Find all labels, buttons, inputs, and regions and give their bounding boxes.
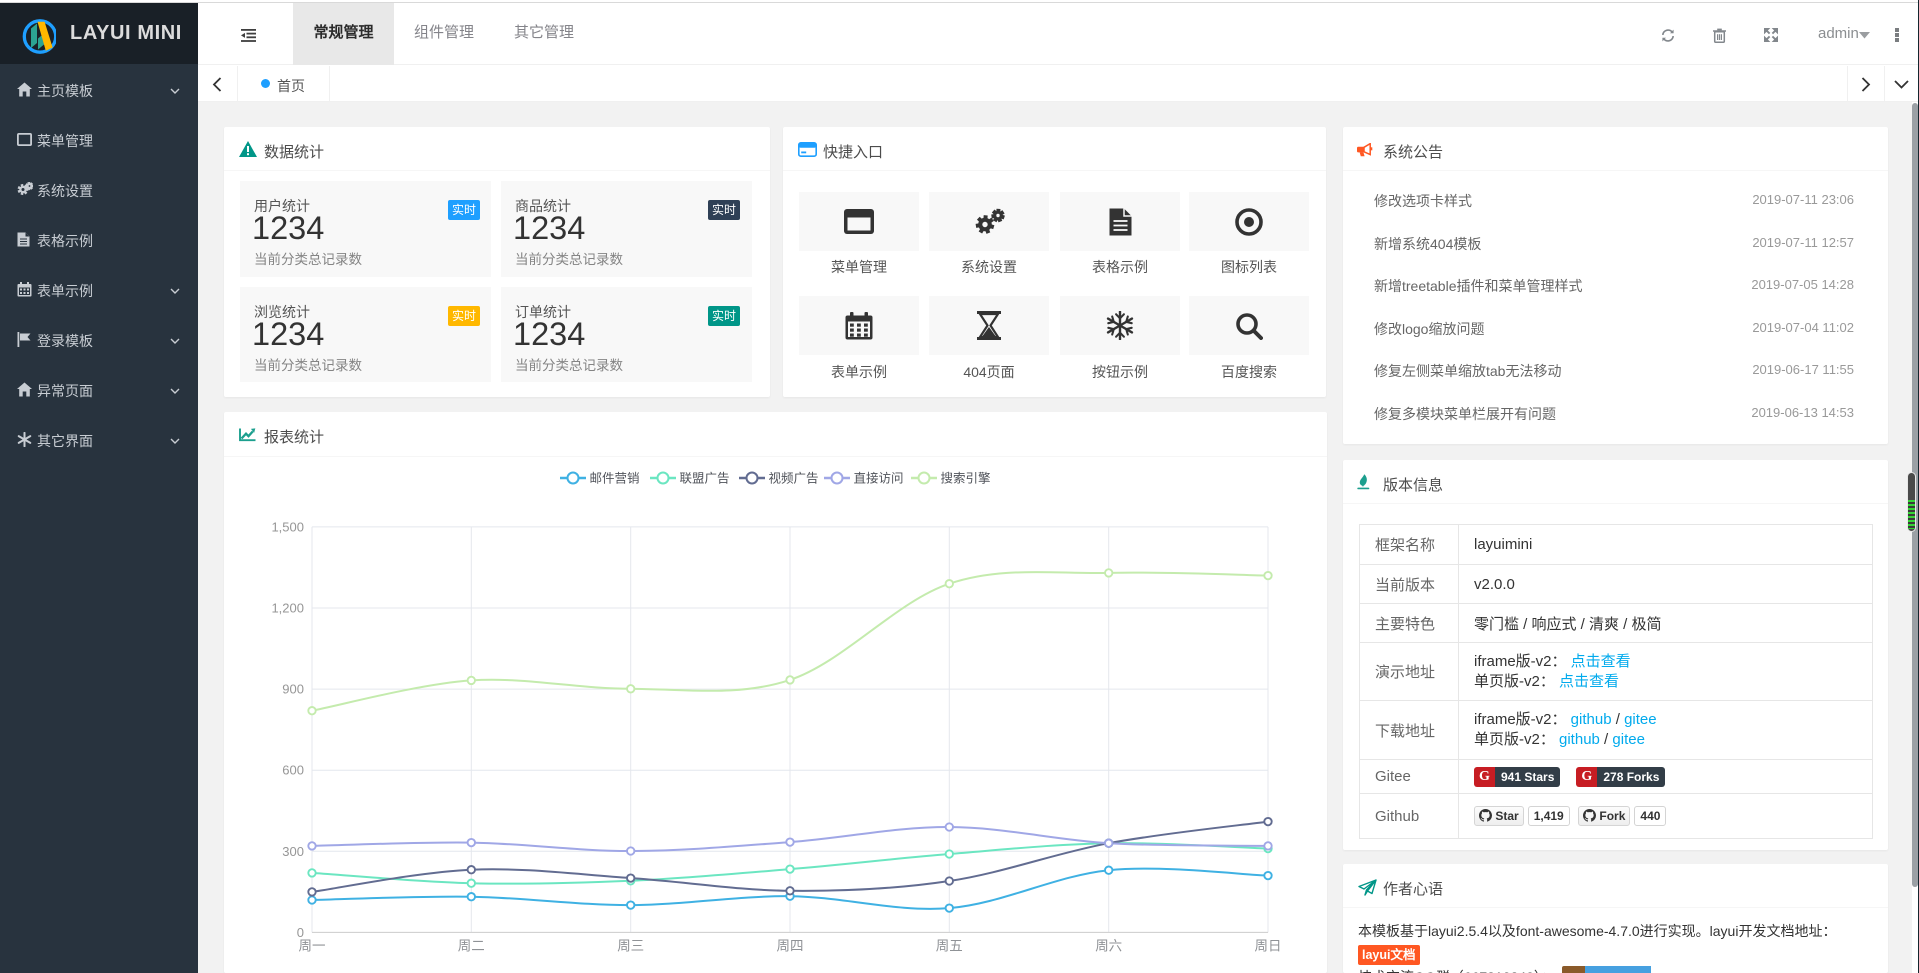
svg-text:周五: 周五	[936, 938, 963, 953]
svg-text:周六: 周六	[1095, 938, 1122, 953]
svg-text:直接访问: 直接访问	[854, 471, 904, 486]
svg-text:周三: 周三	[617, 938, 644, 953]
svg-text:周二: 周二	[458, 938, 485, 953]
svg-text:视频广告: 视频广告	[769, 471, 819, 486]
svg-text:1,200: 1,200	[271, 601, 304, 616]
svg-text:600: 600	[282, 763, 304, 778]
svg-text:周四: 周四	[777, 938, 804, 953]
svg-text:300: 300	[282, 844, 304, 859]
svg-text:搜索引擎: 搜索引擎	[941, 471, 991, 486]
svg-text:联盟广告: 联盟广告	[680, 472, 730, 486]
svg-text:邮件营销: 邮件营销	[590, 472, 640, 486]
svg-text:1,500: 1,500	[271, 519, 304, 534]
svg-text:周日: 周日	[1255, 938, 1282, 953]
svg-text:周一: 周一	[299, 938, 326, 953]
svg-text:900: 900	[282, 682, 304, 697]
